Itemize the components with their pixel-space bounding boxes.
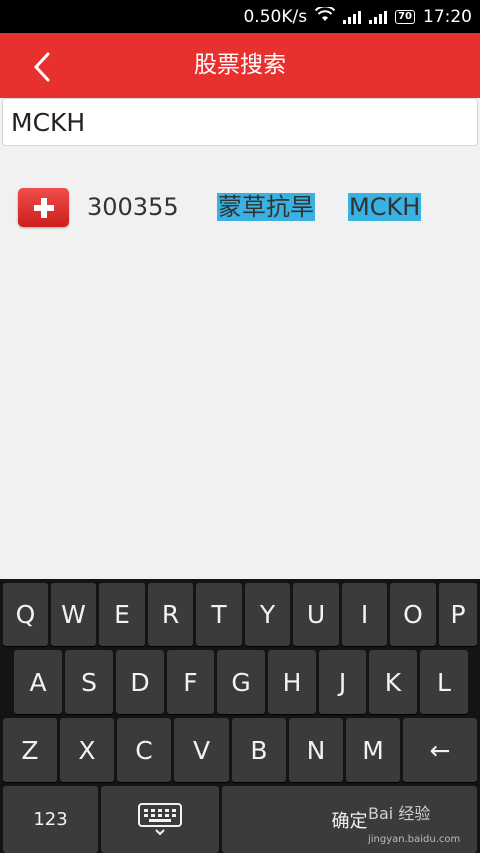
- key-b[interactable]: B: [232, 718, 286, 782]
- battery-icon: 70: [395, 9, 415, 24]
- key-s[interactable]: S: [65, 650, 113, 714]
- status-bar: 0.50K/s 70 17:20: [0, 0, 480, 33]
- key-c[interactable]: C: [117, 718, 171, 782]
- key-i[interactable]: I: [342, 583, 387, 646]
- key-y[interactable]: Y: [245, 583, 290, 646]
- list-item[interactable]: 300355 蒙草抗旱 MCKH: [0, 185, 480, 231]
- key-r[interactable]: R: [148, 583, 193, 646]
- key-t[interactable]: T: [196, 583, 242, 646]
- key-q[interactable]: Q: [3, 583, 48, 646]
- numbers-key[interactable]: 123: [3, 786, 98, 853]
- key-n[interactable]: N: [289, 718, 343, 782]
- key-j[interactable]: J: [319, 650, 366, 714]
- keyboard-switch-key[interactable]: [101, 786, 219, 853]
- network-speed: 0.50K/s: [243, 6, 308, 27]
- signal-icon-2: [369, 10, 388, 24]
- key-o[interactable]: O: [390, 583, 436, 646]
- plus-icon: [33, 197, 54, 218]
- signal-icon: [343, 10, 362, 24]
- stock-abbr: MCKH: [348, 193, 422, 221]
- key-a[interactable]: A: [14, 650, 62, 714]
- add-stock-button[interactable]: [18, 188, 69, 227]
- key-w[interactable]: W: [51, 583, 96, 646]
- page-title: 股票搜索: [194, 52, 286, 78]
- search-input[interactable]: MCKH: [2, 98, 478, 146]
- key-x[interactable]: X: [60, 718, 114, 782]
- key-g[interactable]: G: [217, 650, 265, 714]
- key-u[interactable]: U: [293, 583, 339, 646]
- app-bar: 股票搜索: [0, 33, 480, 98]
- key-h[interactable]: H: [268, 650, 316, 714]
- key-d[interactable]: D: [116, 650, 164, 714]
- key-z[interactable]: Z: [3, 718, 57, 782]
- watermark-url: jingyan.baidu.com: [368, 834, 461, 845]
- clock: 17:20: [423, 6, 472, 27]
- chevron-left-icon: [34, 52, 50, 82]
- watermark-logo: Bai 经验: [368, 804, 431, 823]
- back-button[interactable]: [22, 47, 62, 87]
- key-p[interactable]: P: [439, 583, 477, 646]
- key-e[interactable]: E: [99, 583, 145, 646]
- key-v[interactable]: V: [174, 718, 229, 782]
- stock-code: 300355: [87, 193, 179, 221]
- backspace-key[interactable]: ←: [403, 718, 477, 782]
- key-k[interactable]: K: [369, 650, 417, 714]
- key-f[interactable]: F: [167, 650, 214, 714]
- confirm-label: 确定: [331, 810, 368, 832]
- key-m[interactable]: M: [346, 718, 400, 782]
- keyboard-icon: [138, 802, 182, 835]
- wifi-icon: [314, 4, 336, 27]
- stock-name: 蒙草抗旱: [217, 193, 315, 221]
- key-l[interactable]: L: [420, 650, 468, 714]
